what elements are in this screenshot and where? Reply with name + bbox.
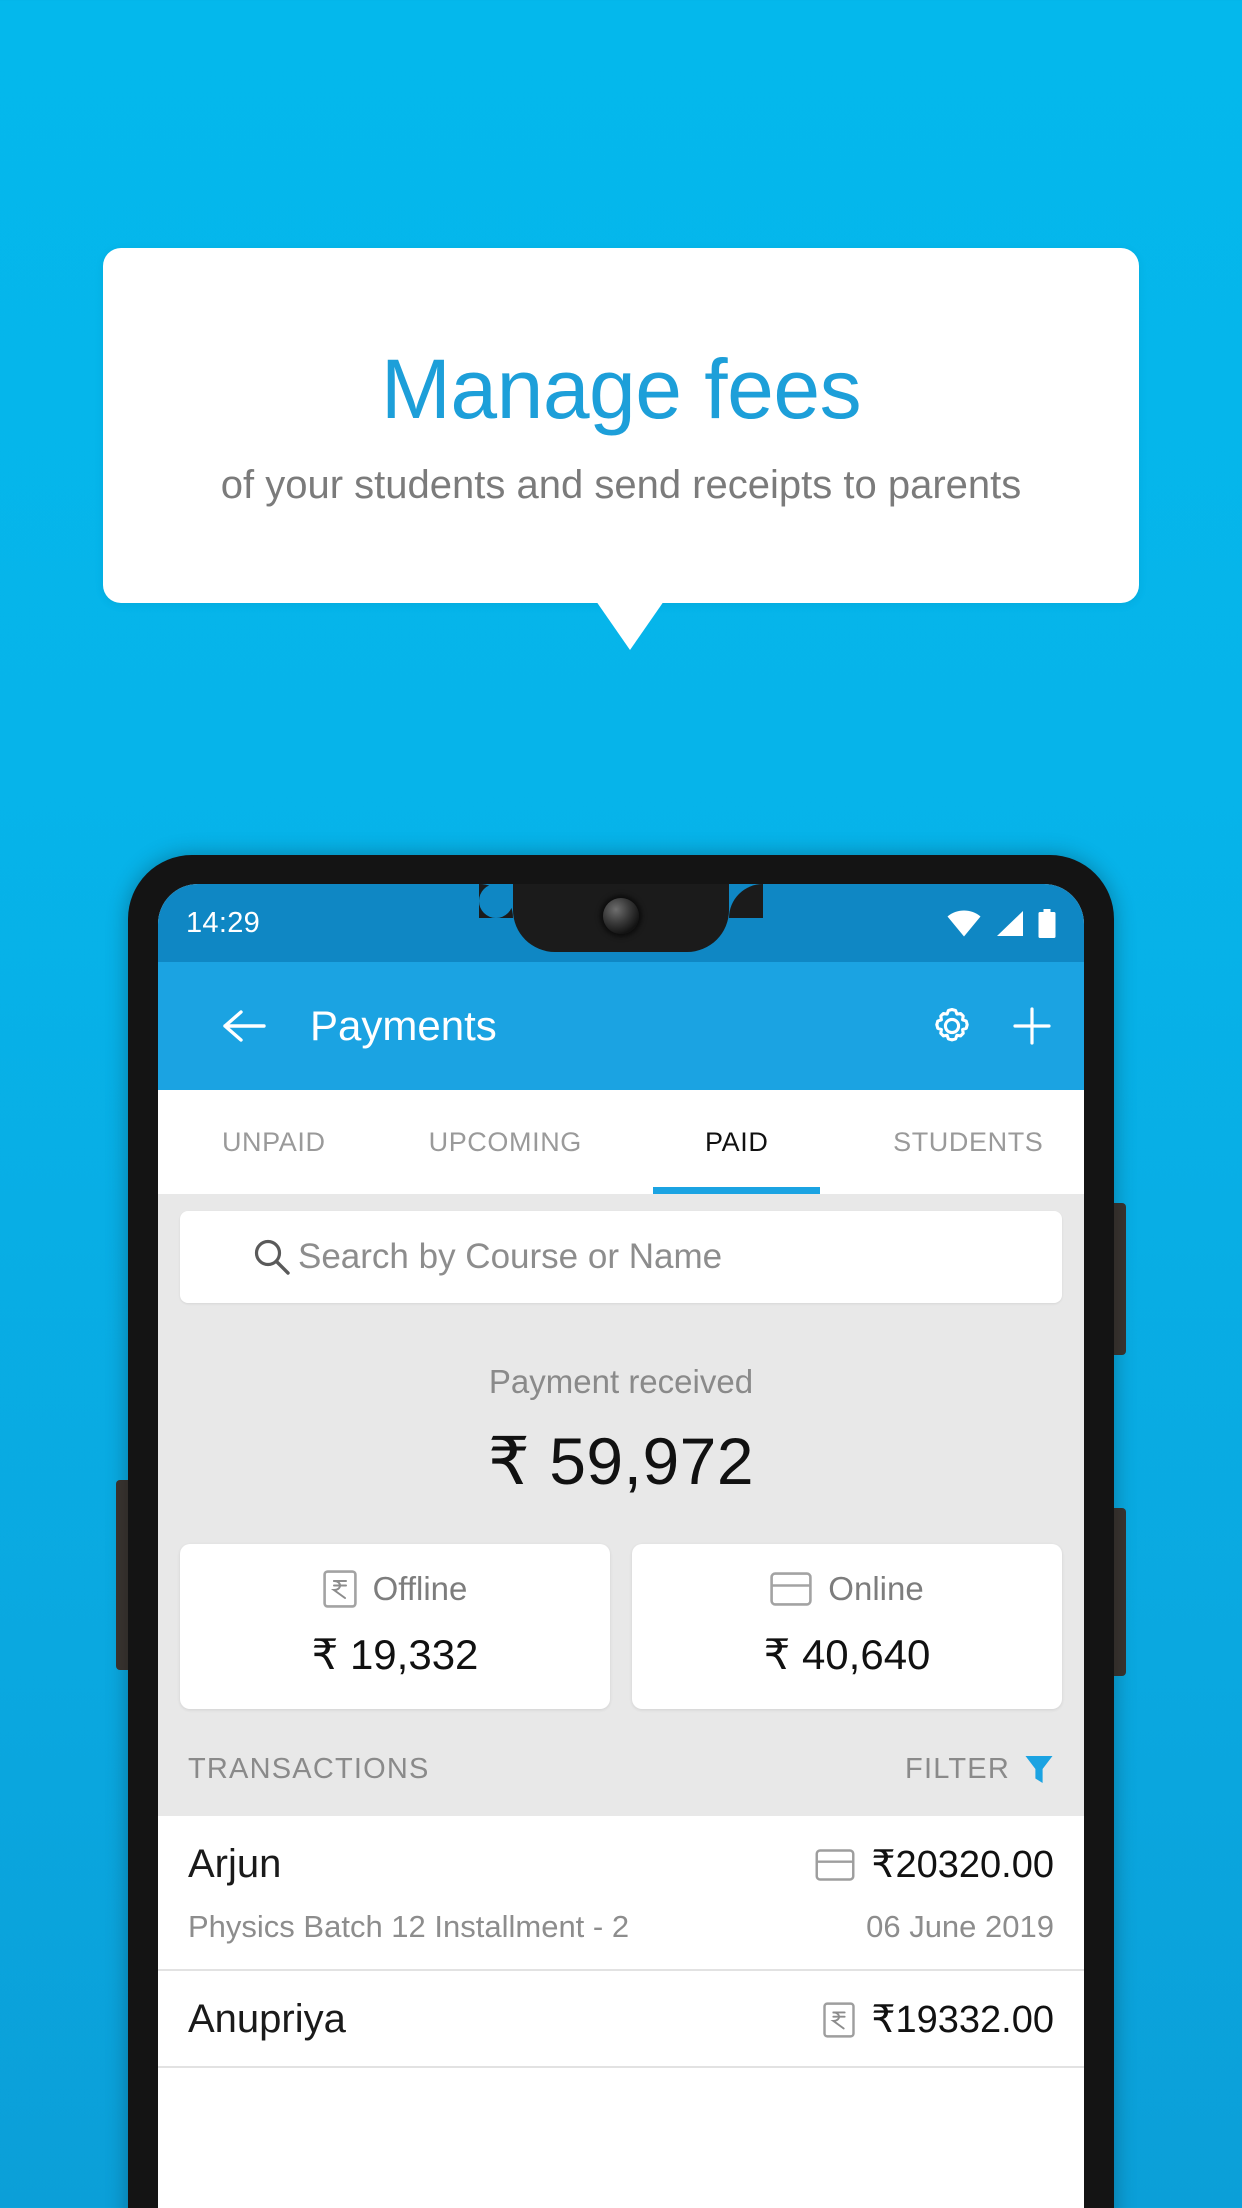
transaction-date: 06 June 2019 [866,1909,1054,1944]
filter-button[interactable]: FILTER [905,1753,1054,1786]
offline-card-amount: ₹ 19,332 [311,1631,479,1678]
offline-card[interactable]: Offline ₹ 19,332 [180,1544,610,1709]
rupee-note-icon [322,1570,357,1608]
credit-card-icon [815,1848,855,1881]
notch-mask-right [729,884,763,918]
phone-frame: 14:29 Payments UNPAID UPCOMING PAID STUD… [128,855,1114,2208]
status-time: 14:29 [186,906,261,939]
payment-split-cards: Offline ₹ 19,332 Online ₹ 40,640 [158,1500,1084,1709]
payment-summary: Payment received ₹ 59,972 [158,1303,1084,1500]
signal-icon [995,910,1024,937]
credit-card-icon [770,1572,812,1606]
transaction-primary-line: Arjun ₹20320.00 [188,1842,1054,1887]
notch-mask-left [479,884,513,918]
online-card-amount: ₹ 40,640 [763,1631,931,1678]
transaction-amount-group: ₹20320.00 [815,1842,1054,1887]
table-row[interactable]: Anupriya ₹19332.00 [158,1971,1084,2068]
arrow-left-icon[interactable] [222,1006,266,1046]
gear-icon[interactable] [928,1002,976,1050]
transactions-list: Arjun ₹20320.00 Physics Batch 12 Install… [158,1816,1084,2068]
transaction-secondary-line: Physics Batch 12 Installment - 2 06 June… [188,1909,1054,1945]
transactions-header: TRANSACTIONS FILTER [158,1709,1084,1816]
status-bar: 14:29 [158,884,1084,962]
filter-label: FILTER [905,1753,1010,1785]
promo-subtitle: of your students and send receipts to pa… [220,462,1022,507]
funnel-icon [1024,1754,1054,1786]
transaction-amount: ₹19332.00 [871,1999,1054,2041]
search-placeholder: Search by Course or Name [298,1237,723,1276]
promo-card-tail [596,601,664,650]
tab-bar: UNPAID UPCOMING PAID STUDENTS [158,1090,1084,1194]
transaction-name: Arjun [188,1842,282,1886]
payment-summary-amount: ₹ 59,972 [487,1424,755,1498]
search-icon [252,1237,292,1277]
online-card-head: Online [632,1570,1062,1608]
transaction-description: Physics Batch 12 Installment - 2 [188,1909,630,1944]
offline-card-title: Offline [372,1570,468,1607]
transaction-amount: ₹20320.00 [871,1844,1054,1886]
tab-paid[interactable]: PAID [621,1090,853,1194]
phone-button-right-lower [1113,1508,1126,1676]
rupee-note-icon [823,2001,856,2038]
status-icons [947,908,1056,938]
promo-title: Manage fees [380,341,862,436]
transaction-name: Anupriya [188,1997,346,2041]
front-camera-icon [603,898,639,934]
search-section: Search by Course or Name [158,1194,1084,1303]
wifi-icon [947,910,981,937]
transactions-label: TRANSACTIONS [188,1753,430,1785]
app-bar: Payments [158,962,1084,1090]
phone-button-right-upper [1113,1203,1126,1355]
payment-summary-label: Payment received [488,1363,754,1400]
tab-unpaid[interactable]: UNPAID [158,1090,390,1194]
online-card[interactable]: Online ₹ 40,640 [632,1544,1062,1709]
promo-card: Manage fees of your students and send re… [103,248,1139,603]
plus-icon[interactable] [1010,1004,1054,1048]
transaction-amount-group: ₹19332.00 [823,1997,1054,2042]
search-input[interactable]: Search by Course or Name [180,1211,1062,1303]
tab-upcoming[interactable]: UPCOMING [390,1090,622,1194]
table-row[interactable]: Arjun ₹20320.00 Physics Batch 12 Install… [158,1816,1084,1971]
phone-screen: 14:29 Payments UNPAID UPCOMING PAID STUD… [158,884,1084,2208]
online-card-title: Online [828,1570,924,1607]
offline-card-head: Offline [180,1570,610,1608]
transaction-primary-line: Anupriya ₹19332.00 [188,1997,1054,2042]
tab-students[interactable]: STUDENTS [853,1090,1085,1194]
battery-icon [1038,908,1056,938]
content-area: Search by Course or Name Payment receive… [158,1194,1084,2068]
page-title: Payments [310,1002,497,1049]
